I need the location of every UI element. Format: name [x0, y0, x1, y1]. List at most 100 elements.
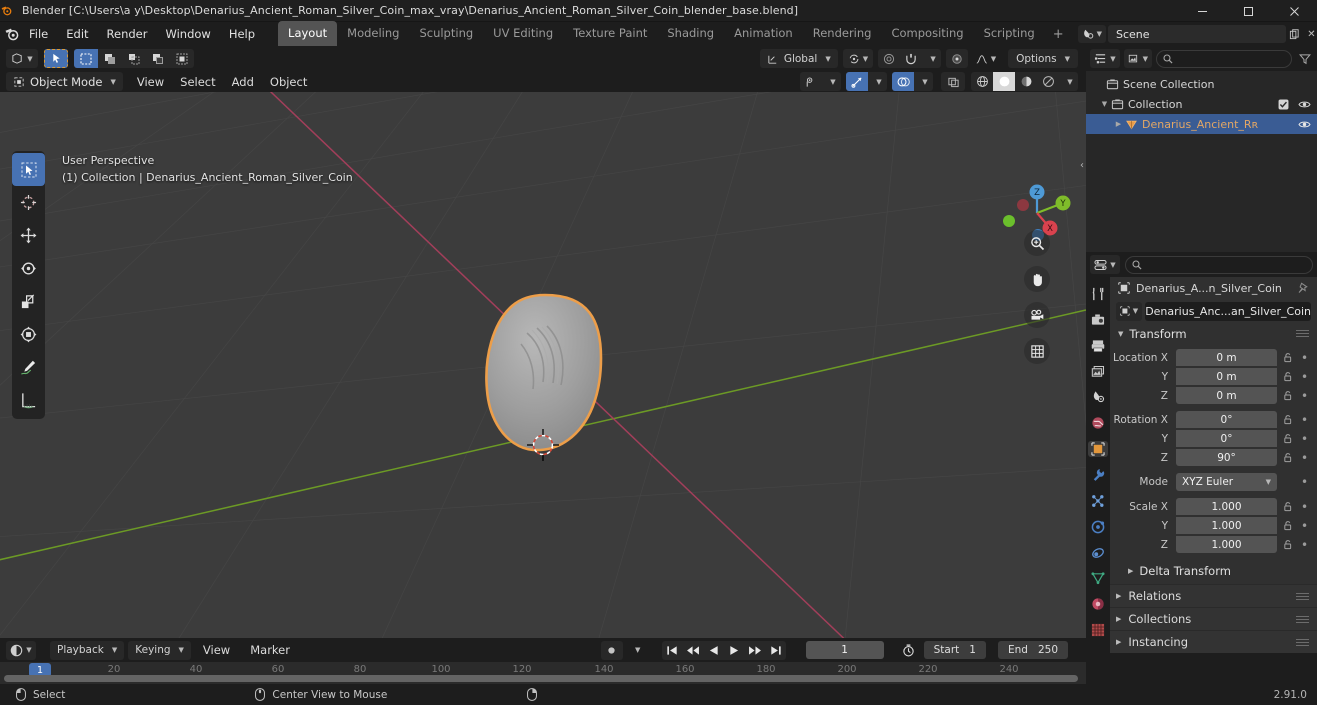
viewport-menu-add[interactable]: Add	[224, 72, 262, 92]
texture-tab[interactable]	[1088, 622, 1108, 638]
render-tab[interactable]	[1088, 312, 1108, 328]
select-subtract-icon[interactable]	[122, 49, 146, 68]
workspace-tab-shading[interactable]: Shading	[657, 21, 724, 46]
menu-help[interactable]: Help	[220, 24, 264, 44]
rotation-y-animate-dot[interactable]: •	[1298, 433, 1311, 445]
scale-y-value[interactable]: 1.000	[1176, 517, 1277, 534]
select-invert-icon[interactable]	[146, 49, 170, 68]
location-z-lock-icon[interactable]	[1281, 390, 1294, 401]
material-tab[interactable]	[1088, 596, 1108, 612]
menu-file[interactable]: File	[20, 24, 57, 44]
rotation-z-lock-icon[interactable]	[1281, 452, 1294, 463]
jump-to-start-icon[interactable]	[662, 641, 682, 660]
properties-search-input[interactable]	[1125, 255, 1313, 274]
shading-material-icon[interactable]	[1015, 72, 1037, 91]
annotate-tool[interactable]	[12, 351, 45, 384]
data-tab[interactable]	[1088, 570, 1108, 586]
timeline-horizontal-scrollbar[interactable]	[4, 675, 1078, 682]
object-name-field[interactable]: Denarius_Anc...an_Silver_Coin	[1145, 301, 1311, 321]
scale-x-animate-dot[interactable]: •	[1298, 501, 1311, 513]
minimize-button[interactable]	[1179, 0, 1225, 22]
workspace-tab-texture-paint[interactable]: Texture Paint	[563, 21, 657, 46]
shading-rendered-icon[interactable]	[1037, 72, 1059, 91]
timeline-menu-marker[interactable]: Marker	[242, 640, 298, 660]
scale-x-value[interactable]: 1.000	[1176, 498, 1277, 515]
delta-transform-panel-header[interactable]: ▶ Delta Transform	[1110, 560, 1317, 581]
rotation-mode-dropdown[interactable]: XYZ Euler ▼	[1176, 473, 1277, 491]
workspace-tab-rendering[interactable]: Rendering	[803, 21, 882, 46]
select-intersect-icon[interactable]	[170, 49, 194, 68]
workspace-tab-modeling[interactable]: Modeling	[337, 21, 409, 46]
constraints-tab[interactable]	[1088, 545, 1108, 561]
workspace-tab-uv-editing[interactable]: UV Editing	[483, 21, 563, 46]
show-gizmo-icon[interactable]	[846, 72, 868, 91]
close-button[interactable]	[1271, 0, 1317, 22]
measure-tool[interactable]	[12, 384, 45, 417]
play-reverse-icon[interactable]	[704, 641, 724, 660]
timeline-menu-view[interactable]: View	[195, 640, 238, 660]
menu-window[interactable]: Window	[156, 24, 219, 44]
show-overlays-icon[interactable]	[892, 72, 914, 91]
relations-section-header[interactable]: ▶ Relations	[1110, 584, 1317, 607]
outliner-row-collection[interactable]: ▼ Collection	[1086, 94, 1317, 114]
zoom-icon[interactable]	[1024, 230, 1050, 256]
transform-collapse-icon[interactable]: ▼	[1118, 330, 1123, 338]
scale-z-value[interactable]: 1.000	[1176, 536, 1277, 553]
current-frame-field[interactable]: 1	[805, 641, 884, 659]
location-x-animate-dot[interactable]: •	[1298, 352, 1311, 364]
camera-view-icon[interactable]	[1024, 302, 1050, 328]
timeline-ruler[interactable]: 20 40 60 80 100 120 140 160 180 200 220 …	[0, 662, 1086, 684]
modifier-tab[interactable]	[1088, 467, 1108, 483]
editor-type-selector[interactable]: ▼	[6, 49, 38, 68]
collection-expand-arrow-icon[interactable]: ▼	[1098, 100, 1111, 108]
scale-tool[interactable]	[12, 285, 45, 318]
rotation-mode-animate-dot[interactable]: •	[1298, 476, 1311, 488]
location-x-lock-icon[interactable]	[1281, 352, 1294, 363]
keying-menu[interactable]: Keying ▼	[128, 640, 191, 660]
object-expand-arrow-icon[interactable]: ▶	[1112, 120, 1125, 128]
move-tool[interactable]	[12, 219, 45, 252]
pan-hand-icon[interactable]	[1024, 266, 1050, 292]
tool-settings-cursor-icon[interactable]	[44, 49, 68, 68]
transform-orientation-selector[interactable]: Global ▼	[759, 49, 838, 68]
collection-checkbox[interactable]	[1278, 99, 1289, 110]
play-icon[interactable]	[724, 641, 744, 660]
timeline-editor-type-selector[interactable]: ▼	[6, 640, 36, 660]
instancing-section-header[interactable]: ▶ Instancing	[1110, 630, 1317, 653]
playback-menu[interactable]: Playback ▼	[50, 640, 125, 660]
delta-transform-expand-icon[interactable]: ▶	[1128, 567, 1133, 575]
workspace-tab-compositing[interactable]: Compositing	[881, 21, 973, 46]
location-x-value[interactable]: 0 m	[1176, 349, 1277, 366]
scale-z-lock-icon[interactable]	[1281, 539, 1294, 550]
object-visibility-eye-icon[interactable]	[1298, 119, 1311, 130]
add-workspace-button[interactable]: +	[1045, 23, 1072, 46]
transform-tool[interactable]	[12, 318, 45, 351]
transform-panel-header[interactable]: ▼ Transform	[1110, 323, 1317, 344]
location-z-animate-dot[interactable]: •	[1298, 390, 1311, 402]
tool-tab[interactable]	[1088, 286, 1108, 302]
outliner-row-scene-collection[interactable]: Scene Collection	[1086, 74, 1317, 94]
view-layer-tab[interactable]	[1088, 364, 1108, 380]
workspace-tab-sculpting[interactable]: Sculpting	[409, 21, 483, 46]
scale-x-lock-icon[interactable]	[1281, 501, 1294, 512]
maximize-button[interactable]	[1225, 0, 1271, 22]
viewport-menu-view[interactable]: View	[129, 72, 172, 92]
rotate-tool[interactable]	[12, 252, 45, 285]
menu-edit[interactable]: Edit	[57, 24, 97, 44]
rotation-z-animate-dot[interactable]: •	[1298, 452, 1311, 464]
gizmo-caret[interactable]: ▼	[868, 72, 887, 91]
location-y-animate-dot[interactable]: •	[1298, 371, 1311, 383]
collections-section-header[interactable]: ▶ Collections	[1110, 607, 1317, 630]
outliner-editor-type-selector[interactable]: ▼	[1090, 49, 1120, 68]
collection-visibility-eye-icon[interactable]	[1298, 99, 1311, 110]
workspace-tab-animation[interactable]: Animation	[724, 21, 803, 46]
rotation-x-animate-dot[interactable]: •	[1298, 414, 1311, 426]
instancing-expand-icon[interactable]: ▶	[1116, 638, 1121, 646]
falloff-curve-selector[interactable]: ▼	[972, 49, 1000, 68]
object-tab[interactable]	[1088, 441, 1108, 458]
overlays-caret[interactable]: ▼	[914, 72, 933, 91]
outliner-display-mode-selector[interactable]: ▼	[1124, 49, 1152, 68]
use-preview-range-icon[interactable]	[898, 641, 920, 660]
physics-tab[interactable]	[1088, 519, 1108, 535]
blender-logo-icon[interactable]	[4, 26, 20, 42]
